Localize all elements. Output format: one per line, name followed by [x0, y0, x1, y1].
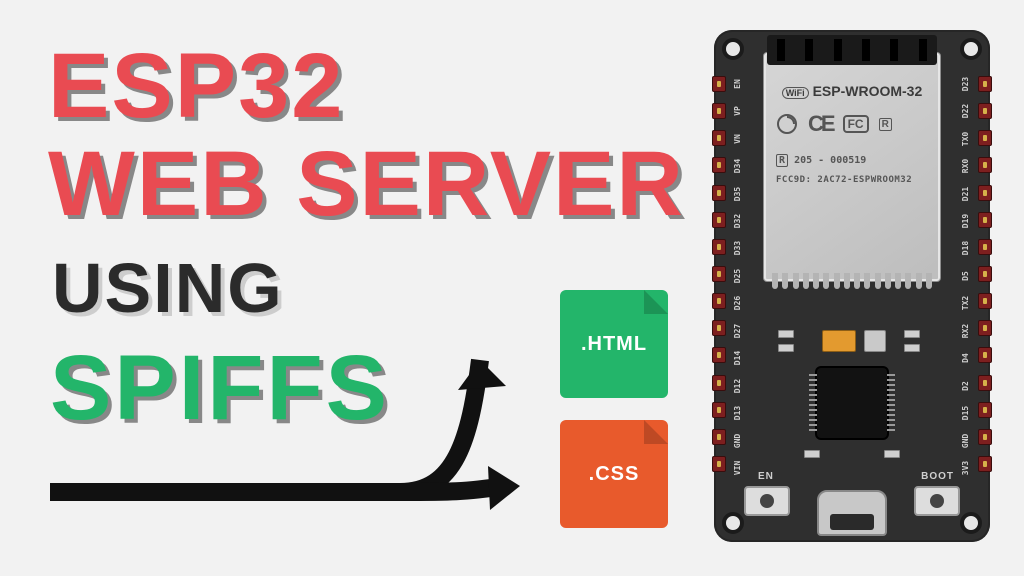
title-spiffs: SPIFFS [50, 336, 390, 441]
diagram-canvas: ESP32 WEB SERVER USING SPIFFS .HTML .CSS… [0, 0, 1024, 576]
html-file-icon: .HTML [560, 290, 668, 398]
capacitor-icon [864, 330, 886, 352]
smd-icon [778, 330, 794, 338]
en-button [744, 486, 790, 516]
title-using: USING [52, 248, 284, 328]
boot-button-label: BOOT [921, 471, 954, 482]
rohs-mark: R [879, 118, 892, 131]
reg-code: R 205 - 000519 [776, 155, 866, 166]
smd-icon [884, 450, 900, 458]
fcc-id: FCC9D: 2AC72-ESPWROOM32 [776, 175, 912, 185]
title-line-2: WEB SERVER [48, 138, 685, 230]
micro-usb-icon [817, 490, 887, 536]
cert-logo-icon [776, 113, 798, 135]
ce-mark: CE [808, 111, 833, 137]
title-line-1: ESP32 [48, 40, 344, 132]
pin-header-right [978, 76, 992, 472]
fcc-mark: FC [843, 115, 869, 133]
smd-icon [778, 344, 794, 352]
esp-module-shield: WiFi ESP-WROOM-32 CE FC R R 205 - 000519… [763, 52, 941, 282]
castellation-icon [772, 273, 932, 289]
mounting-hole-icon [722, 38, 744, 60]
mounting-hole-icon [722, 512, 744, 534]
esp32-board: ENVP VND34 D35D32 D33D25 D26D27 D14D12 D… [714, 30, 990, 542]
css-file-icon: .CSS [560, 420, 668, 528]
boot-button [914, 486, 960, 516]
css-file-label: .CSS [589, 463, 640, 486]
mounting-hole-icon [960, 512, 982, 534]
html-file-label: .HTML [581, 333, 647, 356]
smd-icon [804, 450, 820, 458]
smd-icon [904, 330, 920, 338]
en-button-label: EN [758, 471, 774, 482]
antenna-icon [767, 35, 937, 65]
module-name: WiFi ESP-WROOM-32 [764, 83, 940, 99]
pin-labels-left: ENVP VND34 D35D32 D33D25 D26D27 D14D12 D… [724, 70, 752, 482]
pin-labels-right: D23D22 TX0RX0 D21D19 D18D5 TX2RX2 D4D2 D… [952, 70, 980, 482]
cert-marks: CE FC R [776, 111, 928, 137]
mcu-chip-icon [817, 368, 887, 438]
mounting-hole-icon [960, 38, 982, 60]
smd-icon [904, 344, 920, 352]
capacitor-icon [822, 330, 856, 352]
